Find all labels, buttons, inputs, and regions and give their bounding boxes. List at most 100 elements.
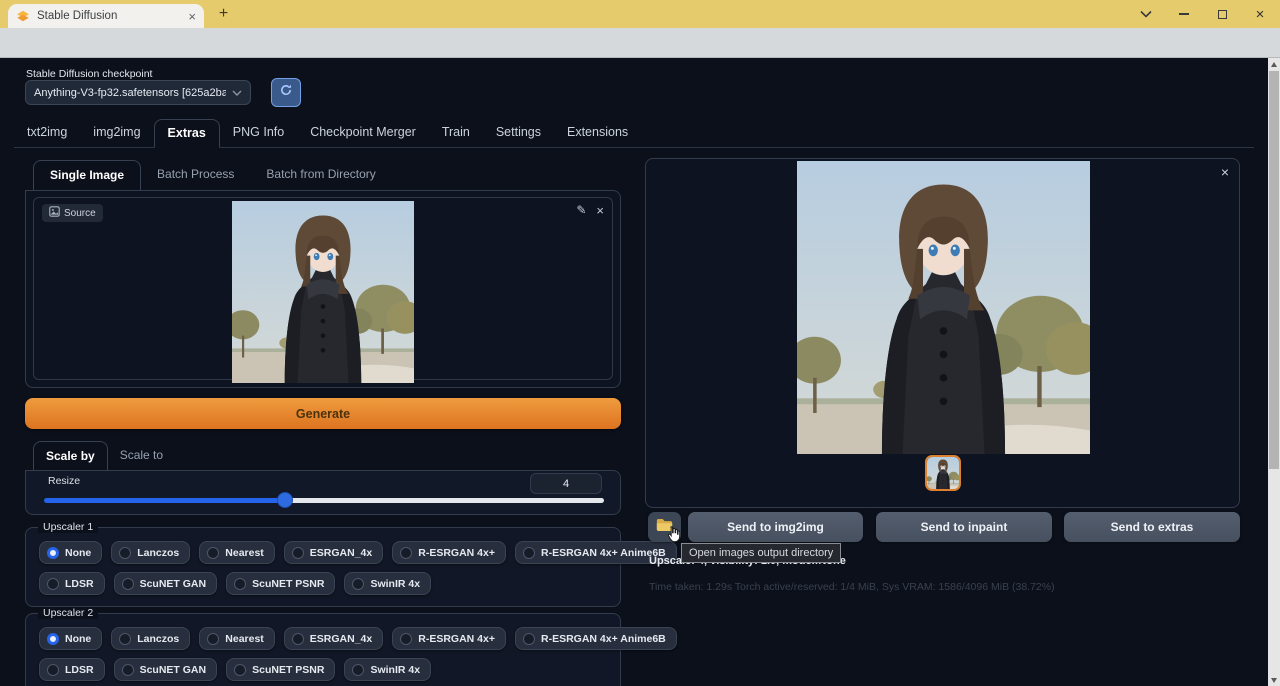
radio-lanczos[interactable]: Lanczos [111, 541, 190, 564]
edit-pencil-icon[interactable]: ✎ [576, 203, 586, 218]
upscaler2-label: Upscaler 2 [38, 607, 98, 619]
radio-dot [47, 633, 59, 645]
tooltip: Open images output directory [681, 543, 841, 563]
radio-scunet-gan[interactable]: ScuNET GAN [114, 572, 218, 595]
radio-dot [523, 547, 535, 559]
slider-thumb[interactable] [278, 493, 292, 507]
radio-dot [292, 633, 304, 645]
radio-dot [47, 547, 59, 559]
radio-none[interactable]: None [39, 541, 102, 564]
radio-swinir-4x[interactable]: SwinIR 4x [344, 572, 431, 595]
radio-none[interactable]: None [39, 627, 102, 650]
resize-label: Resize [48, 475, 80, 487]
radio-resrgan4x[interactable]: R-ESRGAN 4x+ [392, 541, 506, 564]
radio-scunet-psnr[interactable]: ScuNET PSNR [226, 658, 335, 681]
radio-dot [119, 633, 131, 645]
radio-ldsr[interactable]: LDSR [39, 658, 105, 681]
result-gallery-panel: × [645, 158, 1240, 508]
radio-dot [292, 547, 304, 559]
radio-ldsr[interactable]: LDSR [39, 572, 105, 595]
tab-settings[interactable]: Settings [483, 119, 554, 147]
source-image-panel: Source ✎ × [25, 190, 621, 388]
send-to-img2img-button[interactable]: Send to img2img [688, 512, 863, 542]
send-to-extras-button[interactable]: Send to extras [1064, 512, 1240, 542]
radio-dot [234, 578, 246, 590]
tab-img2img[interactable]: img2img [80, 119, 153, 147]
pointer-cursor-icon [664, 525, 682, 545]
tab-txt2img[interactable]: txt2img [14, 119, 80, 147]
main-tab-bar: txt2img img2img Extras PNG Info Checkpoi… [14, 119, 1254, 148]
scale-mode-tabs: Scale by Scale to [33, 441, 175, 471]
tab-scale-to[interactable]: Scale to [108, 441, 175, 471]
scroll-down-arrow[interactable] [1268, 674, 1280, 686]
resize-value-input[interactable]: 4 [530, 473, 602, 494]
image-icon [49, 206, 60, 220]
browser-tabstrip: Stable Diffusion × + × [0, 0, 1280, 28]
radio-esrgan4x[interactable]: ESRGAN_4x [284, 541, 383, 564]
radio-dot [207, 547, 219, 559]
performance-stats-text: Time taken: 1.29s Torch active/reserved:… [649, 581, 1055, 593]
tab-extras[interactable]: Extras [154, 119, 220, 148]
slider-track[interactable] [44, 498, 604, 503]
resize-slider[interactable] [44, 493, 604, 507]
radio-resrgan4x[interactable]: R-ESRGAN 4x+ [392, 627, 506, 650]
browser-tab[interactable]: Stable Diffusion × [8, 4, 204, 28]
upscaler1-group: Upscaler 1 None Lanczos Nearest ESRGAN_4… [25, 527, 621, 607]
browser-toolbar: ← → 127.0.0.1:7860 ★ G ⋮ [0, 28, 1280, 58]
tab-single-image[interactable]: Single Image [33, 160, 141, 190]
tab-train[interactable]: Train [429, 119, 483, 147]
refresh-icon [279, 83, 293, 102]
new-tab-button[interactable]: + [215, 6, 232, 23]
tab-batch-from-directory[interactable]: Batch from Directory [250, 160, 391, 190]
scroll-up-arrow[interactable] [1268, 58, 1280, 70]
app-favicon-icon [16, 9, 30, 23]
tab-extensions[interactable]: Extensions [554, 119, 641, 147]
radio-dot [352, 664, 364, 676]
upscaler1-label: Upscaler 1 [38, 521, 98, 533]
radio-lanczos[interactable]: Lanczos [111, 627, 190, 650]
tab-batch-process[interactable]: Batch Process [141, 160, 250, 190]
radio-nearest[interactable]: Nearest [199, 541, 275, 564]
radio-dot [119, 547, 131, 559]
checkpoint-value: Anything-V3-fp32.safetensors [625a2ba2] [34, 87, 226, 99]
extras-mode-tabs: Single Image Batch Process Batch from Di… [33, 160, 392, 190]
radio-dot [400, 547, 412, 559]
window-minimize-button[interactable] [1176, 6, 1192, 22]
tab-checkpoint-merger[interactable]: Checkpoint Merger [297, 119, 429, 147]
radio-dot [47, 664, 59, 676]
source-image-dropzone[interactable]: Source ✎ × [33, 197, 613, 380]
window-close-button[interactable]: × [1252, 6, 1268, 22]
clear-image-icon[interactable]: × [596, 203, 604, 218]
radio-esrgan4x[interactable]: ESRGAN_4x [284, 627, 383, 650]
vertical-scrollbar[interactable] [1268, 58, 1280, 686]
radio-dot [47, 578, 59, 590]
radio-dot [234, 664, 246, 676]
generate-button[interactable]: Generate [25, 398, 621, 429]
result-thumbnail[interactable] [925, 455, 961, 491]
tab-scale-by[interactable]: Scale by [33, 441, 108, 471]
radio-nearest[interactable]: Nearest [199, 627, 275, 650]
close-gallery-icon[interactable]: × [1221, 165, 1229, 179]
refresh-checkpoints-button[interactable] [271, 78, 301, 107]
radio-resrgan4x-anime6b[interactable]: R-ESRGAN 4x+ Anime6B [515, 627, 677, 650]
source-image[interactable] [232, 201, 414, 383]
window-restore-button[interactable] [1214, 6, 1230, 22]
radio-dot [352, 578, 364, 590]
chevron-down-icon [232, 84, 242, 102]
scrollbar-thumb[interactable] [1269, 71, 1279, 469]
radio-scunet-psnr[interactable]: ScuNET PSNR [226, 572, 335, 595]
radio-swinir-4x[interactable]: SwinIR 4x [344, 658, 431, 681]
checkpoint-label: Stable Diffusion checkpoint [26, 68, 152, 80]
send-to-inpaint-button[interactable]: Send to inpaint [876, 512, 1052, 542]
tab-close-icon[interactable]: × [188, 10, 196, 23]
window-chevron-icon[interactable] [1138, 6, 1154, 22]
source-label: Source [64, 208, 96, 219]
radio-dot [122, 664, 134, 676]
tab-png-info[interactable]: PNG Info [220, 119, 297, 147]
checkpoint-dropdown[interactable]: Anything-V3-fp32.safetensors [625a2ba2] [25, 80, 251, 105]
browser-tab-title: Stable Diffusion [37, 10, 181, 22]
radio-dot [122, 578, 134, 590]
stable-diffusion-webui: Stable Diffusion checkpoint Anything-V3-… [0, 58, 1268, 686]
result-image[interactable] [797, 161, 1090, 454]
radio-scunet-gan[interactable]: ScuNET GAN [114, 658, 218, 681]
